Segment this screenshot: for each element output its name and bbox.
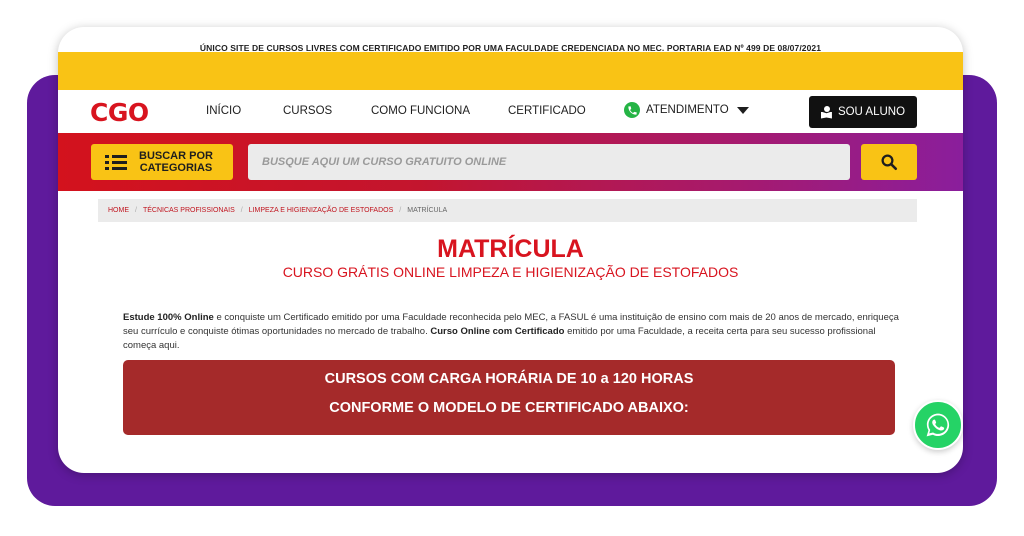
announcement-text: ÚNICO SITE DE CURSOS LIVRES COM CERTIFIC… [199, 43, 822, 53]
intro-paragraph: Estude 100% Online e conquiste um Certif… [123, 312, 899, 351]
breadcrumb-tecnicas[interactable]: TÉCNICAS PROFISSIONAIS [143, 207, 235, 214]
sou-aluno-button[interactable]: SOU ALUNO [809, 96, 917, 128]
search-button[interactable] [861, 144, 917, 180]
search-input[interactable] [248, 144, 850, 180]
certificate-banner: CURSOS COM CARGA HORÁRIA DE 10 a 120 HOR… [123, 360, 895, 435]
breadcrumb-course[interactable]: LIMPEZA E HIGIENIZAÇÃO DE ESTOFADOS [249, 207, 394, 214]
nav-como-funciona[interactable]: COMO FUNCIONA [371, 105, 470, 117]
list-icon [105, 155, 127, 170]
banner-line-2: CONFORME O MODELO DE CERTIFICADO ABAIXO: [329, 400, 689, 416]
student-icon [820, 105, 832, 119]
main-nav: CGO INÍCIO CURSOS COMO FUNCIONA CERTIFIC… [58, 90, 963, 134]
nav-cursos[interactable]: CURSOS [283, 105, 332, 117]
nav-inicio[interactable]: INÍCIO [206, 105, 241, 117]
page-subtitle: CURSO GRÁTIS ONLINE LIMPEZA E HIGIENIZAÇ… [282, 264, 739, 280]
categories-label-2: CATEGORIAS [139, 162, 213, 174]
nav-certificado[interactable]: CERTIFICADO [508, 105, 586, 117]
whatsapp-float-button[interactable] [913, 400, 963, 450]
categories-button[interactable]: BUSCAR POR CATEGORIAS [91, 144, 233, 180]
atendimento-label: ATENDIMENTO [646, 104, 729, 116]
whatsapp-icon [926, 413, 950, 437]
whatsapp-icon [624, 102, 640, 118]
search-bar: BUSCAR POR CATEGORIAS [58, 133, 963, 191]
categories-label-1: BUSCAR POR [139, 150, 213, 162]
banner-line-1: CURSOS COM CARGA HORÁRIA DE 10 a 120 HOR… [324, 371, 694, 387]
breadcrumb-home[interactable]: HOME [108, 207, 129, 214]
caret-down-icon [736, 106, 749, 114]
browser-card: ÚNICO SITE DE CURSOS LIVRES COM CERTIFIC… [58, 27, 963, 473]
page-title: MATRÍCULA [437, 235, 584, 263]
nav-atendimento[interactable]: ATENDIMENTO [624, 102, 749, 118]
breadcrumb: HOME / TÉCNICAS PROFISSIONAIS / LIMPEZA … [98, 199, 917, 222]
logo[interactable]: CGO [90, 98, 149, 127]
search-icon [881, 154, 898, 171]
breadcrumb-current: MATRÍCULA [407, 207, 448, 214]
sou-aluno-label: SOU ALUNO [837, 106, 906, 118]
